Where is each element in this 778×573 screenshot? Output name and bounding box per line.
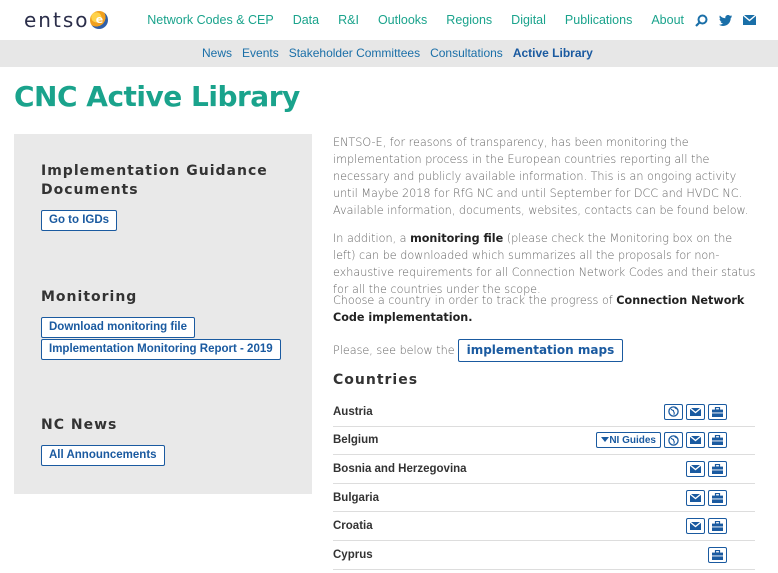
implementation-maps-button[interactable]: implementation maps <box>457 339 624 362</box>
country-name[interactable]: Croatia <box>333 520 373 532</box>
nav-r-and-i[interactable]: R&I <box>338 13 359 27</box>
search-icon[interactable] <box>694 13 708 27</box>
subnav-consultations[interactable]: Consultations <box>430 46 503 60</box>
mail-icon[interactable] <box>686 518 705 535</box>
globe-icon[interactable] <box>664 403 683 420</box>
nav-regions[interactable]: Regions <box>446 13 492 27</box>
igd-heading-line2: Documents <box>41 182 139 198</box>
maps-line-text: Please, see below the <box>333 344 455 357</box>
go-to-igds-button[interactable]: Go to IGDs <box>41 210 118 231</box>
country-actions <box>661 403 727 420</box>
briefcase-icon[interactable] <box>708 489 727 506</box>
sidebar: Implementation Guidance Documents Go to … <box>14 134 312 494</box>
country-actions <box>683 489 727 506</box>
briefcase-icon[interactable] <box>708 403 727 420</box>
nav-publications[interactable]: Publications <box>565 13 632 27</box>
monitoring-report-button[interactable]: Implementation Monitoring Report - 2019 <box>41 339 281 360</box>
subnav-stakeholder-committees[interactable]: Stakeholder Committees <box>289 46 420 60</box>
monitoring-paragraph: In addition, a monitoring file (please c… <box>333 230 757 298</box>
countries-heading: Countries <box>333 372 419 388</box>
country-actions <box>683 518 727 535</box>
country-name[interactable]: Bulgaria <box>333 492 379 504</box>
nc-news-heading: NC News <box>41 417 118 433</box>
monitoring-paragraph-pre: In addition, a <box>333 232 411 245</box>
country-name[interactable]: Austria <box>333 406 373 418</box>
igd-heading: Implementation Guidance Documents <box>41 162 268 200</box>
entsoe-logo[interactable]: entso e <box>24 8 109 32</box>
subnav-news[interactable]: News <box>202 46 232 60</box>
country-row: Cyprus <box>333 541 755 570</box>
sub-nav-bar: News Events Stakeholder Committees Consu… <box>0 40 778 67</box>
country-actions <box>705 546 727 563</box>
choose-country-pre: Choose a country in order to track the p… <box>333 294 617 307</box>
monitoring-file-bold: monitoring file <box>410 232 504 245</box>
subnav-events[interactable]: Events <box>242 46 279 60</box>
country-row: Austria <box>333 398 755 427</box>
subnav-active-library[interactable]: Active Library <box>513 46 593 60</box>
briefcase-icon[interactable] <box>708 432 727 449</box>
top-header: entso e Network Codes & CEP Data R&I Outl… <box>0 0 778 40</box>
ni-guides-dropdown[interactable]: NI Guides <box>596 432 661 449</box>
download-monitoring-file-button[interactable]: Download monitoring file <box>41 317 195 338</box>
main-nav: Network Codes & CEP Data R&I Outlooks Re… <box>128 13 756 27</box>
country-row: Belgium NI Guides <box>333 427 755 456</box>
mail-icon[interactable] <box>686 489 705 506</box>
country-row: Croatia <box>333 512 755 541</box>
briefcase-icon[interactable] <box>708 460 727 477</box>
nav-network-codes[interactable]: Network Codes & CEP <box>147 13 273 27</box>
nav-about[interactable]: About <box>651 13 684 27</box>
country-actions <box>683 460 727 477</box>
logo-e-mark: e <box>90 11 109 29</box>
mail-icon[interactable] <box>686 432 705 449</box>
twitter-icon[interactable] <box>718 13 732 27</box>
globe-icon[interactable] <box>664 432 683 449</box>
igd-heading-line1: Implementation Guidance <box>41 163 268 179</box>
choose-country-paragraph: Choose a country in order to track the p… <box>333 292 757 326</box>
country-row: Bosnia and Herzegovina <box>333 455 755 484</box>
sub-nav: News Events Stakeholder Committees Consu… <box>202 46 603 60</box>
briefcase-icon[interactable] <box>708 546 727 563</box>
country-name[interactable]: Belgium <box>333 434 378 446</box>
briefcase-icon[interactable] <box>708 518 727 535</box>
country-list: Austria Belgium NI Guides Bosnia and Herzeg… <box>333 398 755 570</box>
mail-icon[interactable] <box>686 403 705 420</box>
country-name[interactable]: Bosnia and Herzegovina <box>333 463 467 475</box>
page-title: CNC Active Library <box>14 80 300 113</box>
nav-outlooks[interactable]: Outlooks <box>378 13 427 27</box>
nav-data[interactable]: Data <box>293 13 319 27</box>
maps-line: Please, see below the implementation map… <box>333 339 757 362</box>
ni-guides-label: NI Guides <box>609 434 656 446</box>
country-name[interactable]: Cyprus <box>333 549 373 561</box>
country-actions: NI Guides <box>596 432 727 449</box>
monitoring-heading: Monitoring <box>41 289 138 305</box>
intro-paragraph: ENTSO-E, for reasons of transparency, ha… <box>333 136 749 217</box>
logo-text: entso <box>24 8 90 32</box>
caret-down-icon <box>601 437 610 443</box>
mail-icon[interactable] <box>686 460 705 477</box>
country-row: Bulgaria <box>333 484 755 513</box>
nav-digital[interactable]: Digital <box>511 13 546 27</box>
all-announcements-button[interactable]: All Announcements <box>41 445 165 466</box>
mail-icon[interactable] <box>742 13 756 27</box>
